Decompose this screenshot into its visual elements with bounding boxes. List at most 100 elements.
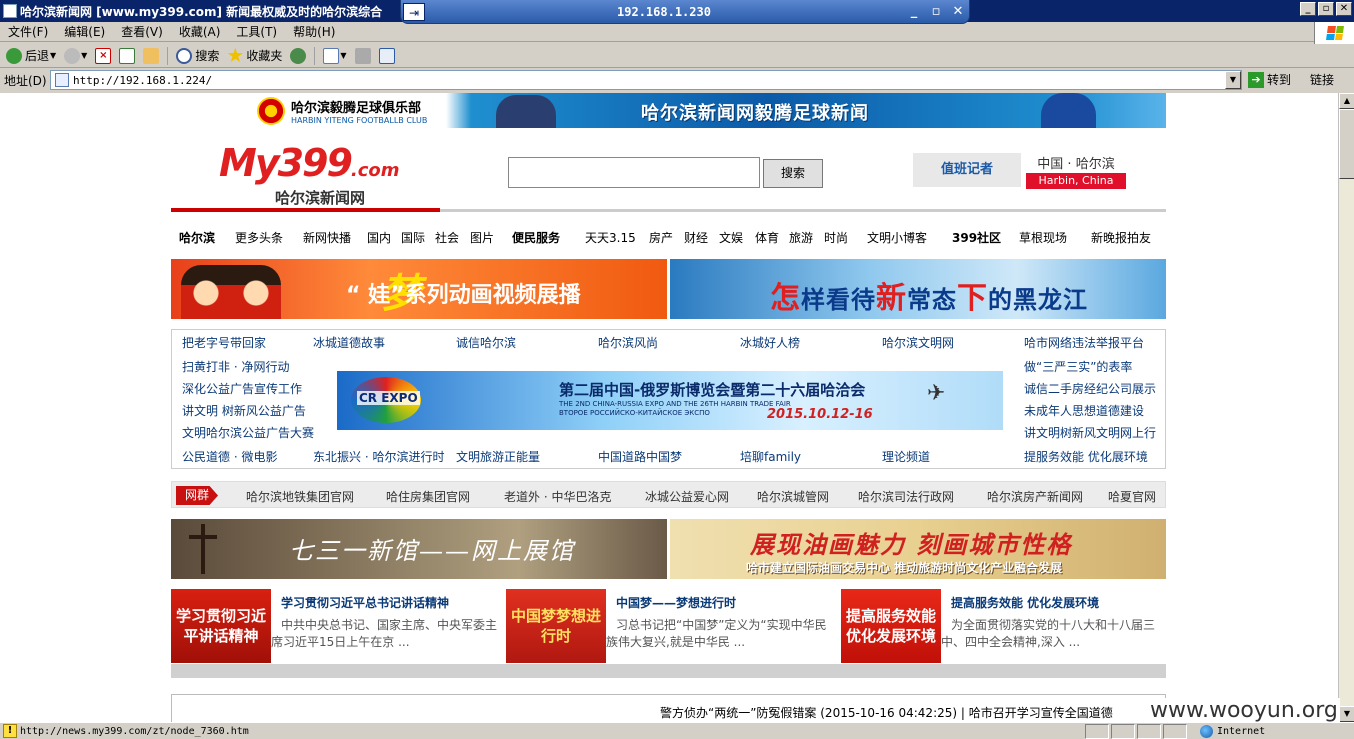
nav-pictures[interactable]: 图片 [470, 229, 494, 246]
topic-link[interactable]: 哈尔滨风尚 [598, 334, 658, 351]
article-thumbnail[interactable]: 提高服务效能优化发展环境 [841, 589, 941, 663]
topic-link[interactable]: 深化公益广告宣传工作 [182, 380, 302, 397]
topic-link[interactable]: 中国道路中国梦 [598, 448, 682, 465]
favorites-button[interactable]: 收藏夹 [223, 45, 286, 67]
network-link[interactable]: 冰城公益爱心网 [645, 488, 729, 505]
ticker-text[interactable]: 警方侦办“两统一”防冤假错案 (2015-10-16 04:42:25) | 哈… [660, 704, 1113, 721]
duty-reporter-link[interactable]: 值班记者 [913, 153, 1021, 187]
topic-link[interactable]: 冰城好人榜 [740, 334, 800, 351]
edit-button[interactable] [375, 45, 399, 67]
nav-international[interactable]: 国际 [401, 229, 425, 246]
scroll-thumb[interactable] [1339, 109, 1354, 179]
top-banner[interactable]: 哈尔滨毅腾足球俱乐部 HARBIN YITENG FOOTBALLB CLUB … [171, 93, 1166, 128]
menu-help[interactable]: 帮助(H) [285, 23, 343, 40]
vertical-scrollbar[interactable]: ▲ ▼ [1338, 93, 1354, 722]
mail-button[interactable]: ▼ [319, 45, 350, 67]
network-link[interactable]: 老道外 · 中华巴洛克 [504, 488, 611, 505]
topic-link[interactable]: 培聊family [740, 448, 801, 465]
topic-link[interactable]: 东北振兴 · 哈尔滨进行时 [313, 448, 444, 465]
network-link[interactable]: 哈夏官网 [1108, 488, 1156, 505]
links-button[interactable]: 链接 [1310, 71, 1334, 88]
nav-travel[interactable]: 旅游 [789, 229, 813, 246]
restore-icon[interactable]: ▫ [1318, 2, 1334, 16]
feature-banner-oil-painting[interactable]: 展现油画魅力 刻画城市性格 哈市建立国际油画交易中心 推动旅游时尚文化产业融合发… [670, 519, 1166, 579]
topic-link[interactable]: 冰城道德故事 [313, 334, 385, 351]
nav-sports[interactable]: 体育 [755, 229, 779, 246]
history-button[interactable] [286, 45, 310, 67]
topic-link[interactable]: 哈尔滨文明网 [882, 334, 954, 351]
nav-services[interactable]: 便民服务 [512, 229, 560, 246]
menu-edit[interactable]: 编辑(E) [56, 23, 113, 40]
article-thumbnail[interactable]: 学习贯彻习近平讲话精神 [171, 589, 271, 663]
expo-banner[interactable]: CR EXPO 第二届中国-俄罗斯博览会暨第二十六届哈洽会 THE 2ND CH… [337, 371, 1003, 430]
rdp-close-icon[interactable]: ✕ [947, 4, 969, 19]
topic-link[interactable]: 文明哈尔滨公益广告大赛 [182, 424, 314, 441]
nav-society[interactable]: 社会 [435, 229, 459, 246]
article-thumbnail[interactable]: 中国梦梦想进行时 [506, 589, 606, 663]
nav-blog[interactable]: 文明小博客 [867, 229, 927, 246]
topic-link[interactable]: 公民道德 · 微电影 [182, 448, 277, 465]
feature-banner-731[interactable]: 七三一新馆——网上展馆 [171, 519, 667, 579]
topic-link[interactable]: 提服务效能 优化展环境 [1024, 448, 1148, 465]
topic-link[interactable]: 把老字号带回家 [182, 334, 266, 351]
chevron-down-icon[interactable]: ▼ [50, 51, 56, 60]
chevron-down-icon[interactable]: ▼ [81, 51, 87, 60]
go-button[interactable]: ➔ 转到 [1248, 71, 1291, 88]
refresh-button[interactable] [115, 45, 139, 67]
network-link[interactable]: 哈尔滨地铁集团官网 [246, 488, 354, 505]
nav-domestic[interactable]: 国内 [367, 229, 391, 246]
pin-icon[interactable]: ⇥ [403, 2, 425, 21]
nav-grassroots[interactable]: 草根现场 [1019, 229, 1067, 246]
address-input[interactable]: http://192.168.1.224/ ▼ [50, 70, 1242, 90]
hero-banner-right[interactable]: 怎样看待新常态下的黑龙江 [670, 259, 1166, 319]
network-link[interactable]: 哈尔滨司法行政网 [858, 488, 954, 505]
site-search-button[interactable]: 搜索 [763, 159, 823, 188]
topic-link[interactable]: 理论频道 [882, 448, 930, 465]
nav-realestate[interactable]: 房产 [649, 229, 673, 246]
article-title[interactable]: 学习贯彻习近平总书记讲话精神 [281, 594, 449, 611]
scroll-down-icon[interactable]: ▼ [1339, 706, 1354, 722]
scroll-up-icon[interactable]: ▲ [1339, 93, 1354, 109]
chevron-down-icon[interactable]: ▼ [340, 51, 346, 60]
article-title[interactable]: 中国梦——梦想进行时 [616, 594, 736, 611]
menu-file[interactable]: 文件(F) [0, 23, 56, 40]
topic-link[interactable]: 讲文明 树新风公益广告 [182, 402, 306, 419]
stop-button[interactable]: × [91, 45, 115, 67]
site-search-input[interactable] [508, 157, 760, 188]
menu-view[interactable]: 查看(V) [113, 23, 171, 40]
home-button[interactable] [139, 45, 163, 67]
forward-button[interactable]: ▼ [60, 45, 91, 67]
topic-link[interactable]: 诚信二手房经纪公司展示 [1024, 380, 1156, 397]
rdp-restore-icon[interactable]: ▫ [925, 4, 947, 19]
nav-fashion[interactable]: 时尚 [824, 229, 848, 246]
menu-tools[interactable]: 工具(T) [228, 23, 285, 40]
topic-link[interactable]: 做“三严三实”的表率 [1024, 358, 1132, 375]
chevron-down-icon[interactable]: ▼ [1225, 71, 1241, 89]
close-icon[interactable]: ✕ [1336, 2, 1352, 16]
topic-link[interactable]: 诚信哈尔滨 [456, 334, 516, 351]
nav-community[interactable]: 399社区 [952, 229, 1001, 246]
hero-banner-left[interactable]: 梦 “ 娃”系列动画视频展播 [171, 259, 667, 319]
nav-315[interactable]: 天天3.15 [585, 229, 636, 246]
nav-photo-friends[interactable]: 新晚报拍友 [1091, 229, 1151, 246]
topic-link[interactable]: 文明旅游正能量 [456, 448, 540, 465]
article-title[interactable]: 提高服务效能 优化发展环境 [951, 594, 1099, 611]
nav-quick-news[interactable]: 新网快播 [303, 229, 351, 246]
site-logo[interactable]: My399.com 哈尔滨新闻网 [219, 143, 400, 208]
topic-link[interactable]: 扫黄打非 · 净网行动 [182, 358, 289, 375]
nav-headlines[interactable]: 更多头条 [235, 229, 283, 246]
address-url[interactable]: http://192.168.1.224/ [73, 74, 212, 87]
topic-link[interactable]: 讲文明树新风文明网上行 [1024, 424, 1156, 441]
minimize-icon[interactable]: _ [1300, 2, 1316, 16]
print-button[interactable] [351, 45, 375, 67]
network-link[interactable]: 哈住房集团官网 [386, 488, 470, 505]
topic-link[interactable]: 哈市网络违法举报平台 [1024, 334, 1144, 351]
rdp-minimize-icon[interactable]: _ [903, 4, 925, 19]
nav-harbin[interactable]: 哈尔滨 [179, 229, 215, 246]
menu-favorites[interactable]: 收藏(A) [171, 23, 229, 40]
network-link[interactable]: 哈尔滨城管网 [757, 488, 829, 505]
nav-entertainment[interactable]: 文娱 [719, 229, 743, 246]
nav-finance[interactable]: 财经 [684, 229, 708, 246]
network-link[interactable]: 哈尔滨房产新闻网 [987, 488, 1083, 505]
back-button[interactable]: 后退 ▼ [2, 45, 60, 67]
